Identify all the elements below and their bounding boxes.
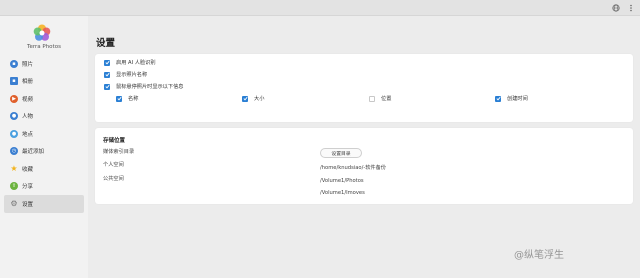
field-location-option[interactable]: 位置 — [369, 95, 391, 102]
ai-recognition-label: 启用 AI 人脸识别 — [116, 60, 156, 66]
set-directory-button[interactable]: 设置目录 — [320, 148, 362, 158]
settings-icon: ⚙ — [10, 199, 18, 209]
media-index-label: 媒体索引目录 — [103, 149, 135, 155]
field-name-checkbox[interactable] — [116, 95, 122, 102]
app-name: Terra Photos — [27, 44, 61, 50]
public-space-path: /Volume1/Imoves — [320, 190, 365, 196]
field-name-label: 名称 — [128, 96, 139, 102]
display-options-card: 启用 AI 人脸识别 显示照片名称 鼠标悬停照片时显示以下信息 名称 大小 位置… — [95, 54, 633, 122]
sidebar-item-label: 相册 — [22, 79, 34, 86]
storage-title: 存储位置 — [103, 138, 126, 144]
field-location-label: 位置 — [381, 96, 392, 102]
show-name-option[interactable]: 显示照片名称 — [104, 71, 147, 78]
field-name-option[interactable]: 名称 — [116, 95, 138, 102]
field-size-label: 大小 — [254, 96, 265, 102]
sidebar-item-albums[interactable]: ▪ 相册 — [4, 73, 84, 91]
star-icon: ★ — [10, 164, 18, 174]
hover-info-label: 鼠标悬停照片时显示以下信息 — [116, 84, 184, 90]
sidebar-item-favorites[interactable]: ★ 收藏 — [4, 160, 84, 178]
field-created-label: 创建时间 — [507, 96, 528, 102]
location-icon: ● — [10, 129, 18, 138]
sidebar-item-videos[interactable]: ▶ 视频 — [4, 90, 84, 108]
field-created-option[interactable]: 创建时间 — [495, 95, 528, 102]
video-icon: ▶ — [10, 94, 18, 103]
field-created-checkbox[interactable] — [495, 95, 501, 102]
recent-icon: ◷ — [10, 147, 18, 156]
album-icon: ▪ — [10, 77, 18, 86]
sidebar-item-people[interactable]: ● 人物 — [4, 108, 84, 126]
field-size-option[interactable]: 大小 — [242, 95, 264, 102]
person-icon: ● — [10, 112, 18, 121]
hover-info-checkbox[interactable] — [104, 83, 110, 90]
storage-card: 存储位置 媒体索引目录 设置目录 个人空间 /home/knudsiao/-软件… — [95, 128, 633, 204]
sidebar-item-label: 照片 — [22, 61, 34, 68]
sidebar-item-label: 最近添加 — [22, 149, 45, 156]
globe-icon[interactable] — [611, 3, 620, 12]
page-title: 设置 — [96, 38, 116, 49]
sidebar-item-label: 视频 — [22, 96, 34, 103]
sidebar-item-photos[interactable]: ▪ 照片 — [4, 55, 84, 73]
sidebar-item-label: 人物 — [22, 114, 34, 121]
show-name-label: 显示照片名称 — [116, 72, 148, 78]
sidebar-item-label: 地点 — [22, 131, 34, 138]
sidebar-item-label: 分享 — [22, 184, 34, 191]
main-content: 设置 启用 AI 人脸识别 显示照片名称 鼠标悬停照片时显示以下信息 名称 大小… — [90, 16, 640, 278]
personal-space-path: /home/knudsiao/-软件备份 — [320, 165, 386, 171]
personal-space-label: 个人空间 — [103, 162, 124, 168]
sidebar-item-share[interactable]: ⇪ 分享 — [4, 178, 84, 196]
sidebar-nav: ▪ 照片 ▪ 相册 ▶ 视频 ● 人物 ● 地点 ◷ 最近添加 ★ 收藏 ⇪ 分 — [4, 55, 84, 213]
sidebar-item-recent[interactable]: ◷ 最近添加 — [4, 143, 84, 161]
ai-recognition-checkbox[interactable] — [104, 59, 110, 66]
sidebar-item-label: 收藏 — [22, 166, 34, 173]
sidebar-item-settings[interactable]: ⚙ 设置 — [4, 195, 84, 213]
ai-recognition-option[interactable]: 启用 AI 人脸识别 — [104, 59, 156, 66]
public-space-path: /Volume1/Photos — [320, 178, 364, 184]
sidebar-item-places[interactable]: ● 地点 — [4, 125, 84, 143]
field-location-checkbox[interactable] — [369, 95, 375, 102]
sidebar: Terra Photos ▪ 照片 ▪ 相册 ▶ 视频 ● 人物 ● 地点 ◷ … — [0, 16, 88, 278]
top-bar — [0, 0, 640, 16]
field-size-checkbox[interactable] — [242, 95, 248, 102]
photo-icon: ▪ — [10, 59, 18, 68]
show-name-checkbox[interactable] — [104, 71, 110, 78]
watermark: @纵笔浮生 — [514, 250, 564, 261]
more-icon[interactable] — [626, 3, 635, 12]
app-logo — [33, 24, 51, 41]
hover-info-option[interactable]: 鼠标悬停照片时显示以下信息 — [104, 83, 183, 90]
share-icon: ⇪ — [10, 182, 18, 191]
sidebar-item-label: 设置 — [22, 201, 34, 208]
public-space-label: 公共空间 — [103, 176, 124, 182]
